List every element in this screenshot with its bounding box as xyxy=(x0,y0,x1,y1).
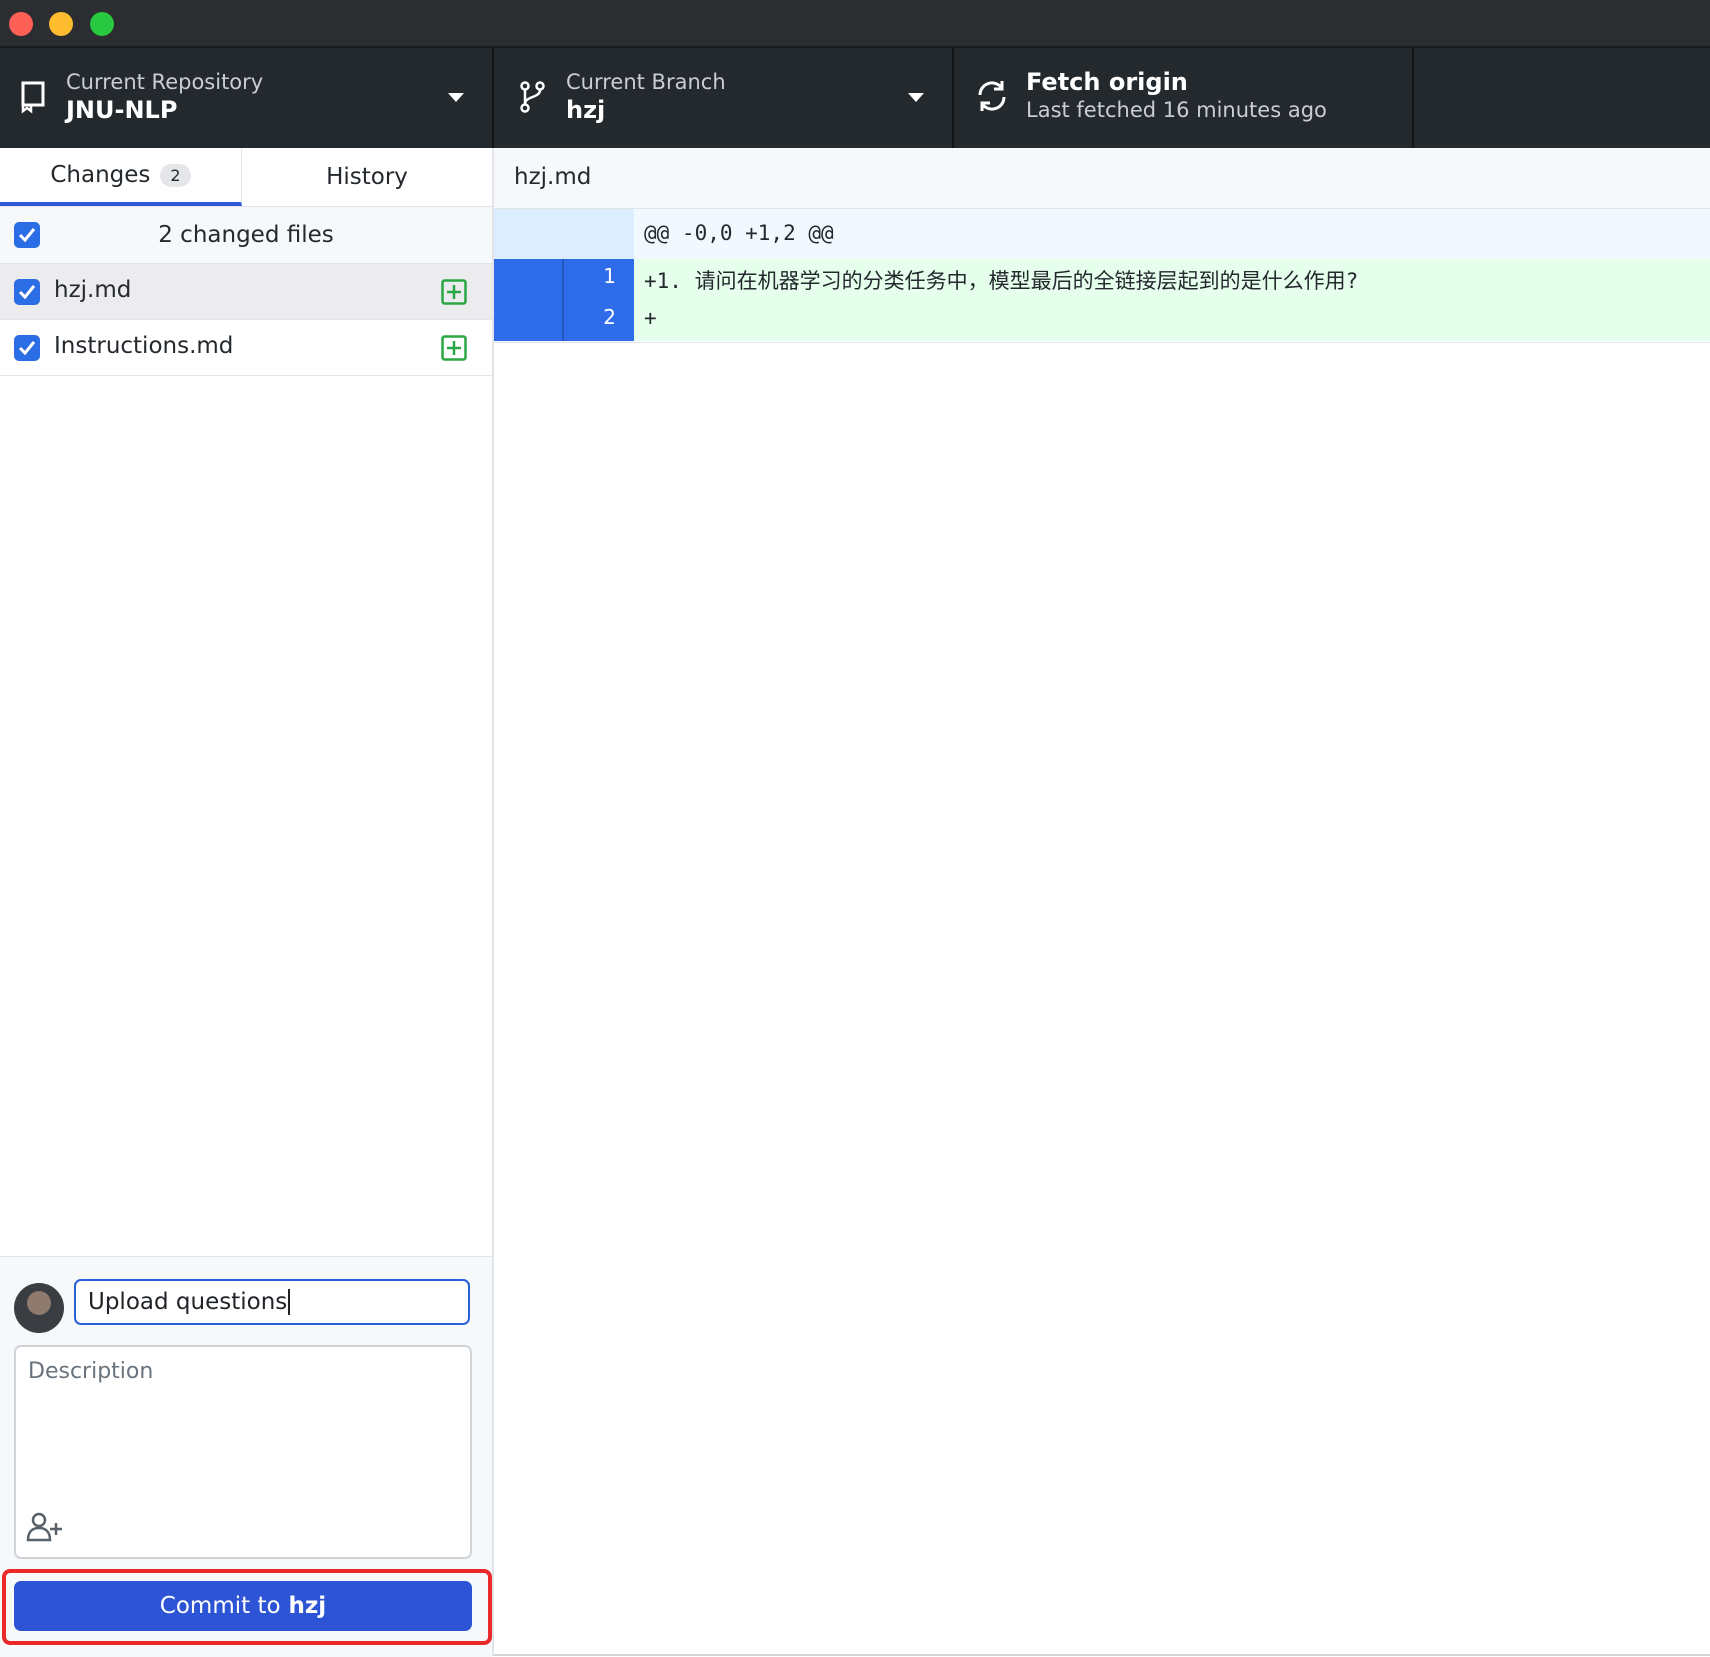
commit-summary-text: Upload questions xyxy=(88,1289,288,1315)
old-line-number xyxy=(494,300,562,341)
changes-list-header: 2 changed files xyxy=(0,207,492,264)
select-all-checkbox[interactable] xyxy=(14,222,40,248)
diff-filename: hzj.md xyxy=(514,164,592,190)
commit-summary-input[interactable]: Upload questions xyxy=(74,1279,470,1325)
file-checkbox[interactable] xyxy=(14,335,40,361)
old-line-number xyxy=(494,259,562,300)
file-name: Instructions.md xyxy=(54,333,234,359)
minimize-window-button[interactable] xyxy=(49,12,73,36)
diff-line-text: + xyxy=(644,306,657,330)
checkmark-icon xyxy=(18,341,36,356)
branch-caption: Current Branch xyxy=(566,70,726,94)
zoom-window-button[interactable] xyxy=(90,12,114,36)
add-coauthor-icon[interactable] xyxy=(26,1511,64,1543)
hunk-header-row: @@ -0,0 +1,2 @@ xyxy=(494,209,1710,259)
sidebar-tabs: Changes 2 History xyxy=(0,148,492,207)
github-desktop-window: Current Repository JNU-NLP Current Branc… xyxy=(0,0,1710,1657)
commit-description-field[interactable]: Description xyxy=(14,1345,472,1559)
sync-icon xyxy=(978,81,1006,111)
fetch-origin-button[interactable]: Fetch origin Last fetched 16 minutes ago xyxy=(954,48,1414,148)
branch-name: hzj xyxy=(566,96,606,124)
repository-caption: Current Repository xyxy=(66,70,264,94)
file-added-icon xyxy=(441,279,467,305)
commit-form: Upload questions Description Commit to h… xyxy=(0,1256,492,1657)
changes-count-badge: 2 xyxy=(160,163,191,187)
avatar xyxy=(14,1283,64,1333)
text-cursor xyxy=(288,1289,291,1315)
chevron-down-icon xyxy=(448,93,464,102)
fetch-status: Last fetched 16 minutes ago xyxy=(1026,98,1327,122)
title-bar xyxy=(0,0,1710,48)
hunk-gutter xyxy=(494,209,634,259)
checkmark-icon xyxy=(18,285,36,300)
toolbar: Current Repository JNU-NLP Current Branc… xyxy=(0,48,1710,148)
commit-button-branch: hzj xyxy=(288,1593,327,1619)
tab-changes[interactable]: Changes 2 xyxy=(0,148,242,206)
changed-files-count: 2 changed files xyxy=(158,222,334,248)
close-window-button[interactable] xyxy=(9,12,33,36)
fetch-title: Fetch origin xyxy=(1026,68,1188,96)
diff-line-text: +1. 请问在机器学习的分类任务中，模型最后的全链接层起到的是什么作用? xyxy=(644,269,1359,293)
repository-name: JNU-NLP xyxy=(66,96,178,124)
diff-panel: hzj.md @@ -0,0 +1,2 @@ 1 +1. 请问在机器学习的分类任… xyxy=(494,148,1710,1656)
diff-header: hzj.md xyxy=(494,148,1710,209)
file-checkbox[interactable] xyxy=(14,279,40,305)
tab-changes-label: Changes xyxy=(50,162,151,188)
tab-history[interactable]: History xyxy=(242,148,492,206)
file-row-instructions-md[interactable]: Instructions.md xyxy=(0,320,492,376)
divider xyxy=(494,342,1710,343)
new-line-number: 1 xyxy=(562,259,634,300)
branch-icon xyxy=(520,81,545,113)
file-added-icon xyxy=(441,335,467,361)
file-row-hzj-md[interactable]: hzj.md xyxy=(0,264,492,320)
hunk-header: @@ -0,0 +1,2 @@ xyxy=(644,221,834,245)
current-branch-dropdown[interactable]: Current Branch hzj xyxy=(494,48,954,148)
file-name: hzj.md xyxy=(54,277,132,303)
diff-line-added[interactable]: 2 + xyxy=(494,300,1710,341)
checkmark-icon xyxy=(18,228,36,243)
sidebar: Changes 2 History 2 changed files hzj.md xyxy=(0,148,494,1657)
chevron-down-icon xyxy=(908,93,924,102)
tab-history-label: History xyxy=(326,164,408,190)
commit-button-prefix: Commit to xyxy=(159,1593,281,1619)
current-repository-dropdown[interactable]: Current Repository JNU-NLP xyxy=(0,48,494,148)
new-line-number: 2 xyxy=(562,300,634,341)
repo-icon xyxy=(21,81,45,114)
diff-line-added[interactable]: 1 +1. 请问在机器学习的分类任务中，模型最后的全链接层起到的是什么作用? xyxy=(494,259,1710,300)
commit-button[interactable]: Commit to hzj xyxy=(14,1581,472,1631)
description-placeholder: Description xyxy=(28,1359,154,1384)
